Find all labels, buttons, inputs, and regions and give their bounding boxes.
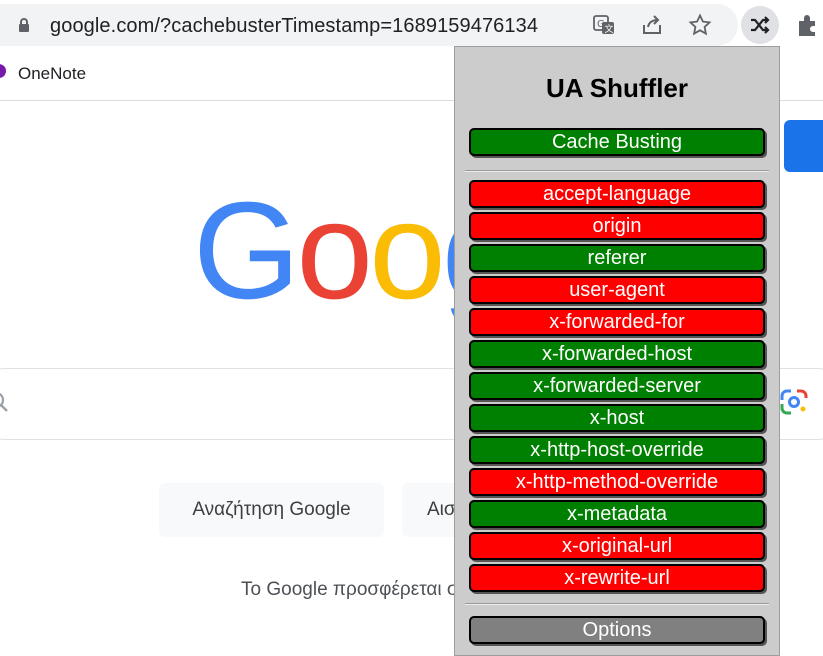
search-icon	[0, 392, 8, 412]
divider	[465, 170, 769, 172]
popup-title: UA Shuffler	[545, 73, 689, 103]
header-toggle-x-rewrite-url[interactable]: x-rewrite-url	[469, 564, 765, 592]
svg-text:文: 文	[605, 23, 614, 35]
feeling-lucky-button[interactable]: Αισ	[402, 483, 462, 537]
header-toggle-x-metadata[interactable]: x-metadata	[469, 500, 765, 528]
google-lens-icon[interactable]	[778, 387, 810, 417]
onenote-icon	[0, 64, 6, 78]
browser-toolbar: google.com/?cachebusterTimestamp=1689159…	[0, 0, 823, 52]
options-button[interactable]: Options	[469, 616, 765, 644]
header-toggle-x-forwarded-host[interactable]: x-forwarded-host	[469, 340, 765, 368]
logo-letter: o	[296, 174, 373, 328]
logo-letter: G	[193, 174, 300, 328]
extensions-puzzle-icon[interactable]	[795, 12, 821, 38]
cache-busting-toggle[interactable]: Cache Busting	[469, 128, 765, 156]
header-toggle-x-http-host-override[interactable]: x-http-host-override	[469, 436, 765, 464]
header-toggle-accept-language[interactable]: accept-language	[469, 180, 765, 208]
google-search-button[interactable]: Αναζήτηση Google	[159, 483, 384, 537]
header-toggle-user-agent[interactable]: user-agent	[469, 276, 765, 304]
language-offer-text: Το Google προσφέρεται σ	[241, 579, 459, 600]
translate-icon[interactable]: G 文	[592, 13, 616, 37]
logo-letter: o	[369, 174, 446, 328]
header-toggle-x-forwarded-server[interactable]: x-forwarded-server	[469, 372, 765, 400]
header-toggle-x-forwarded-for[interactable]: x-forwarded-for	[469, 308, 765, 336]
header-toggle-x-http-method-override[interactable]: x-http-method-override	[469, 468, 765, 496]
share-icon[interactable]	[640, 13, 664, 37]
header-toggle-x-original-url[interactable]: x-original-url	[469, 532, 765, 560]
header-toggle-origin[interactable]: origin	[469, 212, 765, 240]
header-toggle-x-host[interactable]: x-host	[469, 404, 765, 432]
sign-in-button[interactable]	[784, 120, 823, 172]
bookmark-onenote[interactable]: OneNote	[18, 64, 86, 84]
header-toggle-referer[interactable]: referer	[469, 244, 765, 272]
ua-shuffler-extension-button[interactable]	[741, 6, 779, 44]
divider	[465, 603, 769, 605]
lock-icon[interactable]	[16, 17, 32, 33]
bookmark-star-icon[interactable]	[688, 13, 712, 37]
ua-shuffler-popup: UA Shuffler Cache Busting accept-languag…	[454, 46, 780, 656]
url-text[interactable]: google.com/?cachebusterTimestamp=1689159…	[50, 15, 538, 38]
shuffle-icon	[751, 16, 770, 34]
address-bar[interactable]: google.com/?cachebusterTimestamp=1689159…	[0, 4, 738, 46]
